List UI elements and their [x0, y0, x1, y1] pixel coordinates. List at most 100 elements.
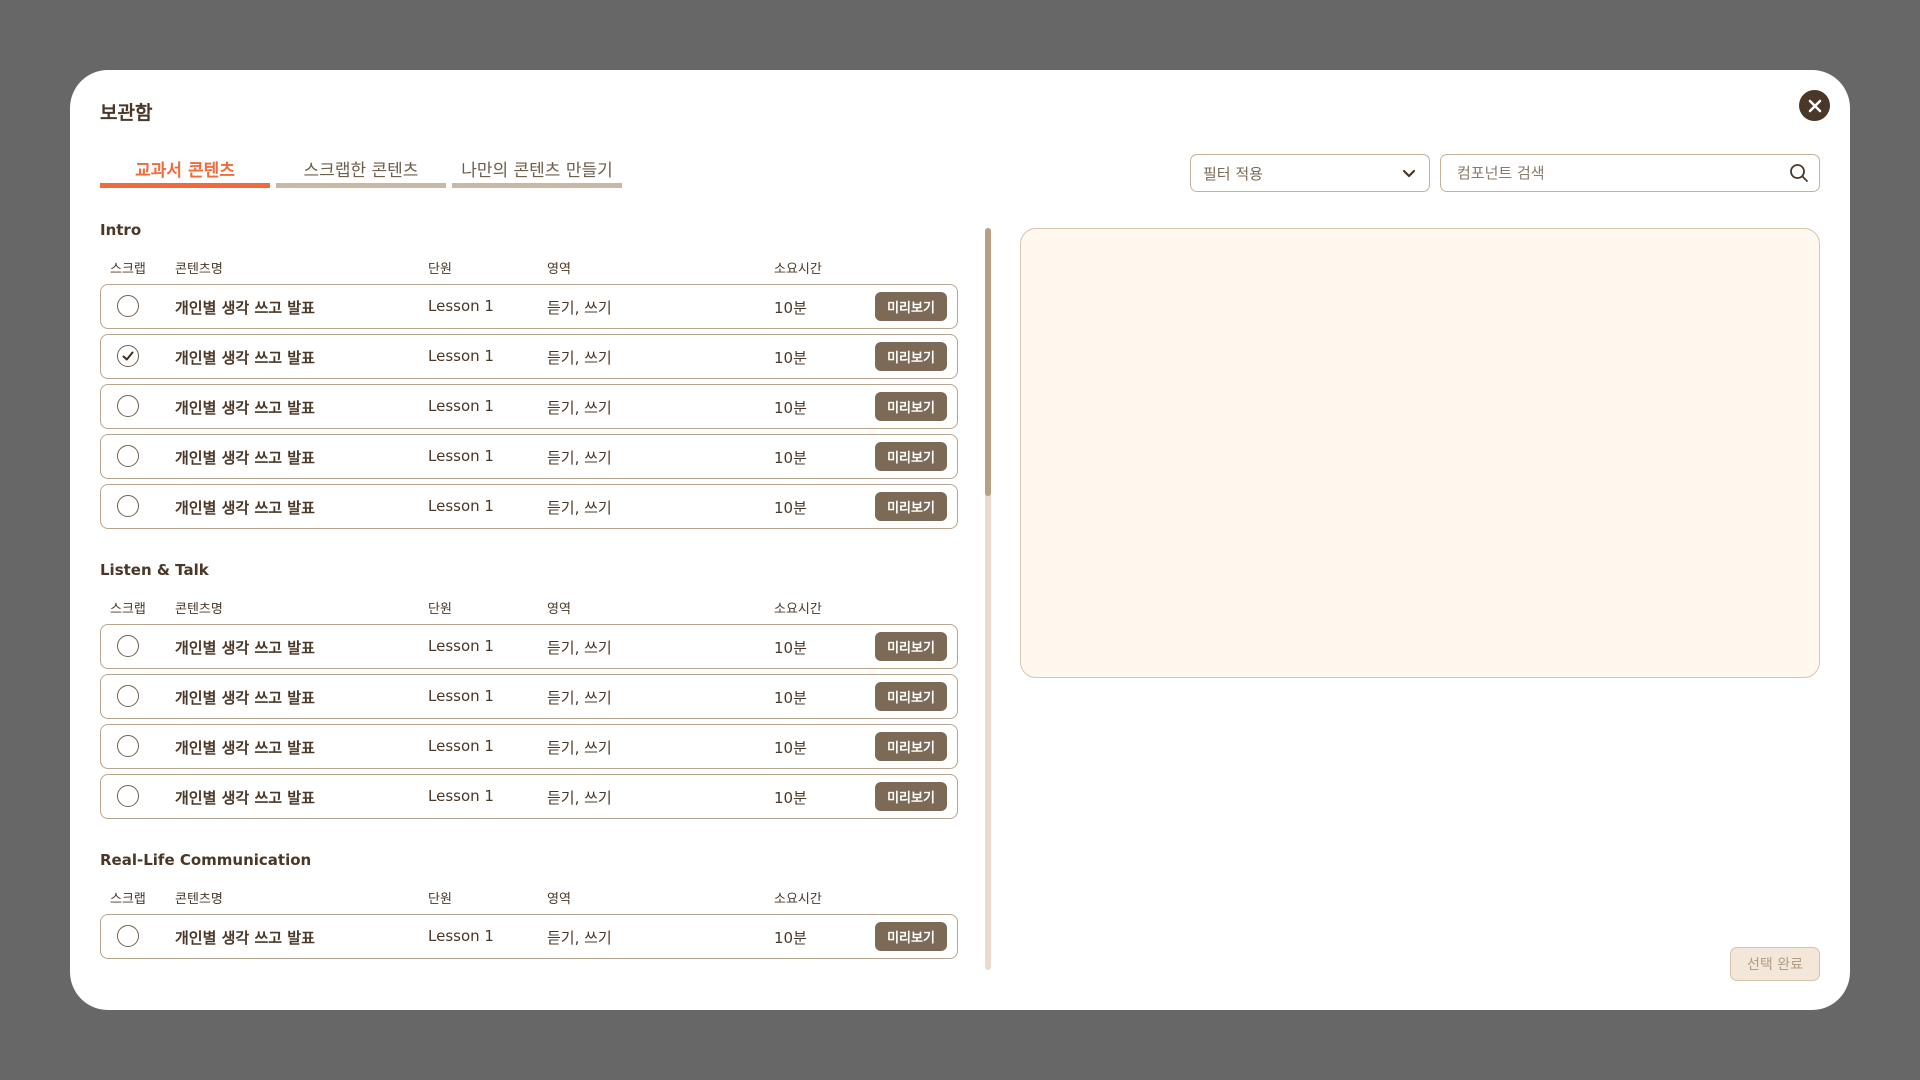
- table-row: 개인별 생각 쓰고 발표 Lesson 1 듣기, 쓰기 10분 미리보기: [100, 774, 958, 819]
- close-button[interactable]: [1799, 90, 1830, 121]
- content-list: Intro 스크랩 콘텐츠명 단원 영역 소요시간 개인별 생각 쓰고 발표 Lesson 1…: [100, 220, 958, 980]
- filter-label: 필터 적용: [1203, 164, 1263, 183]
- time-cell: 10분: [774, 739, 807, 757]
- tab-scrapped-content[interactable]: 스크랩한 콘텐츠: [276, 154, 446, 188]
- preview-button[interactable]: 미리보기: [875, 922, 947, 951]
- check-icon: [122, 351, 134, 361]
- area-cell: 듣기, 쓰기: [547, 929, 612, 947]
- content-name: 개인별 생각 쓰고 발표: [175, 499, 315, 517]
- content-name: 개인별 생각 쓰고 발표: [175, 789, 315, 807]
- scrap-checkbox[interactable]: [117, 785, 139, 807]
- section-title: Real-Life Communication: [100, 851, 312, 869]
- close-icon: [1808, 99, 1821, 112]
- scrap-checkbox[interactable]: [117, 345, 139, 367]
- area-cell: 듣기, 쓰기: [547, 449, 612, 467]
- time-cell: 10분: [774, 449, 807, 467]
- unit-cell: Lesson 1: [428, 927, 494, 945]
- scrap-checkbox[interactable]: [117, 395, 139, 417]
- column-header-area: 영역: [547, 892, 571, 907]
- column-header-name: 콘텐츠명: [175, 262, 223, 277]
- scrap-checkbox[interactable]: [117, 635, 139, 657]
- select-done-button[interactable]: 선택 완료: [1730, 947, 1820, 981]
- table-row: 개인별 생각 쓰고 발표 Lesson 1 듣기, 쓰기 10분 미리보기: [100, 624, 958, 669]
- time-cell: 10분: [774, 299, 807, 317]
- content-name: 개인별 생각 쓰고 발표: [175, 349, 315, 367]
- table-row: 개인별 생각 쓰고 발표 Lesson 1 듣기, 쓰기 10분 미리보기: [100, 384, 958, 429]
- table-row: 개인별 생각 쓰고 발표 Lesson 1 듣기, 쓰기 10분 미리보기: [100, 434, 958, 479]
- time-cell: 10분: [774, 399, 807, 417]
- preview-button[interactable]: 미리보기: [875, 442, 947, 471]
- area-cell: 듣기, 쓰기: [547, 499, 612, 517]
- content-name: 개인별 생각 쓰고 발표: [175, 299, 315, 317]
- column-header-scrap: 스크랩: [110, 892, 146, 907]
- unit-cell: Lesson 1: [428, 787, 494, 805]
- list-scrollbar[interactable]: [985, 228, 991, 970]
- unit-cell: Lesson 1: [428, 447, 494, 465]
- modal-title: 보관함: [100, 102, 153, 124]
- preview-button[interactable]: 미리보기: [875, 392, 947, 421]
- table-row: 개인별 생각 쓰고 발표 Lesson 1 듣기, 쓰기 10분 미리보기: [100, 914, 958, 959]
- table-row: 개인별 생각 쓰고 발표 Lesson 1 듣기, 쓰기 10분 미리보기: [100, 484, 958, 529]
- table-row: 개인별 생각 쓰고 발표 Lesson 1 듣기, 쓰기 10분 미리보기: [100, 284, 958, 329]
- content-name: 개인별 생각 쓰고 발표: [175, 929, 315, 947]
- content-name: 개인별 생각 쓰고 발표: [175, 639, 315, 657]
- search-icon[interactable]: [1789, 163, 1809, 183]
- column-header-name: 콘텐츠명: [175, 892, 223, 907]
- area-cell: 듣기, 쓰기: [547, 689, 612, 707]
- column-header: 스크랩 콘텐츠명 단원 영역 소요시간: [100, 598, 958, 618]
- scrap-checkbox[interactable]: [117, 295, 139, 317]
- table-row: 개인별 생각 쓰고 발표 Lesson 1 듣기, 쓰기 10분 미리보기: [100, 674, 958, 719]
- column-header-unit: 단원: [428, 892, 452, 907]
- unit-cell: Lesson 1: [428, 397, 494, 415]
- component-search: [1440, 154, 1820, 192]
- column-header-area: 영역: [547, 262, 571, 277]
- scrap-checkbox[interactable]: [117, 495, 139, 517]
- preview-button[interactable]: 미리보기: [875, 732, 947, 761]
- content-name: 개인별 생각 쓰고 발표: [175, 689, 315, 707]
- tab-textbook-content[interactable]: 교과서 콘텐츠: [100, 154, 270, 188]
- preview-button[interactable]: 미리보기: [875, 492, 947, 521]
- preview-button[interactable]: 미리보기: [875, 342, 947, 371]
- content-name: 개인별 생각 쓰고 발표: [175, 449, 315, 467]
- scrap-checkbox[interactable]: [117, 735, 139, 757]
- column-header-time: 소요시간: [774, 892, 822, 907]
- column-header: 스크랩 콘텐츠명 단원 영역 소요시간: [100, 258, 958, 278]
- area-cell: 듣기, 쓰기: [547, 299, 612, 317]
- search-input[interactable]: [1455, 163, 1789, 183]
- preview-button[interactable]: 미리보기: [875, 782, 947, 811]
- preview-button[interactable]: 미리보기: [875, 292, 947, 321]
- time-cell: 10분: [774, 929, 807, 947]
- column-header-scrap: 스크랩: [110, 262, 146, 277]
- chevron-down-icon: [1402, 169, 1416, 178]
- unit-cell: Lesson 1: [428, 497, 494, 515]
- section-title: Listen & Talk: [100, 561, 209, 579]
- unit-cell: Lesson 1: [428, 347, 494, 365]
- time-cell: 10분: [774, 349, 807, 367]
- filter-dropdown[interactable]: 필터 적용: [1190, 154, 1430, 192]
- table-row: 개인별 생각 쓰고 발표 Lesson 1 듣기, 쓰기 10분 미리보기: [100, 724, 958, 769]
- area-cell: 듣기, 쓰기: [547, 399, 612, 417]
- scrollbar-thumb[interactable]: [985, 228, 991, 496]
- column-header-scrap: 스크랩: [110, 602, 146, 617]
- column-header-time: 소요시간: [774, 602, 822, 617]
- unit-cell: Lesson 1: [428, 297, 494, 315]
- section-title: Intro: [100, 221, 142, 239]
- scrap-checkbox[interactable]: [117, 925, 139, 947]
- content-name: 개인별 생각 쓰고 발표: [175, 739, 315, 757]
- time-cell: 10분: [774, 789, 807, 807]
- tab-create-my-content[interactable]: 나만의 콘텐츠 만들기: [452, 154, 622, 188]
- column-header-time: 소요시간: [774, 262, 822, 277]
- preview-button[interactable]: 미리보기: [875, 632, 947, 661]
- preview-button[interactable]: 미리보기: [875, 682, 947, 711]
- content-name: 개인별 생각 쓰고 발표: [175, 399, 315, 417]
- archive-modal: 보관함 교과서 콘텐츠 스크랩한 콘텐츠 나만의 콘텐츠 만들기 필터 적용 I…: [70, 70, 1850, 1010]
- column-header-name: 콘텐츠명: [175, 602, 223, 617]
- table-row: 개인별 생각 쓰고 발표 Lesson 1 듣기, 쓰기 10분 미리보기: [100, 334, 958, 379]
- unit-cell: Lesson 1: [428, 637, 494, 655]
- unit-cell: Lesson 1: [428, 687, 494, 705]
- time-cell: 10분: [774, 639, 807, 657]
- time-cell: 10분: [774, 499, 807, 517]
- scrap-checkbox[interactable]: [117, 445, 139, 467]
- unit-cell: Lesson 1: [428, 737, 494, 755]
- scrap-checkbox[interactable]: [117, 685, 139, 707]
